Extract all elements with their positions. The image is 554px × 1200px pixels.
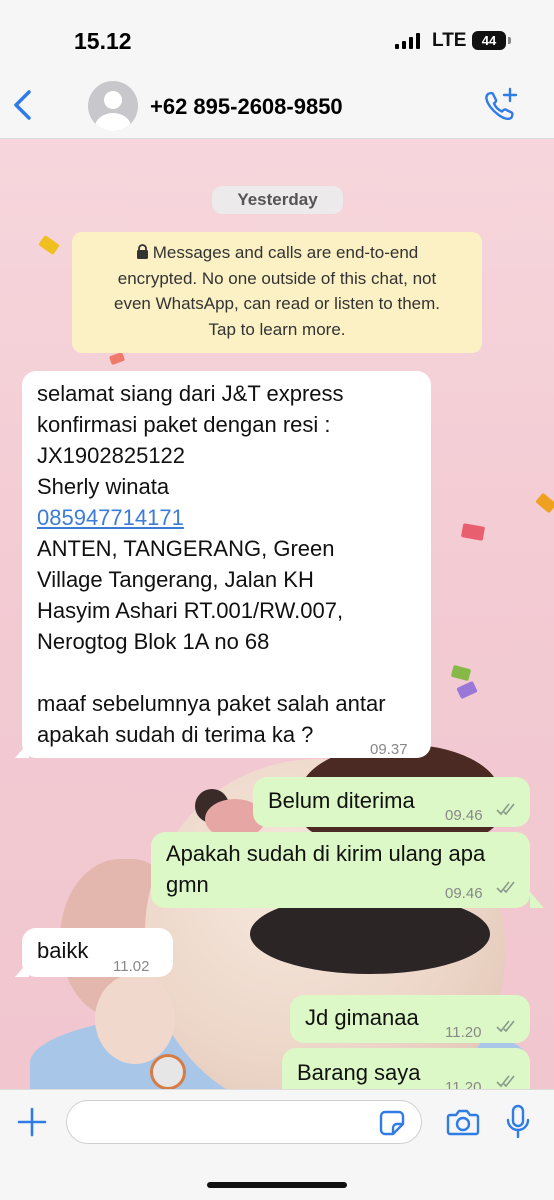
message-text: Barang saya xyxy=(297,1060,421,1085)
message-text: baikk xyxy=(37,938,89,963)
message-line: Sherly winata xyxy=(37,474,170,499)
battery-tip xyxy=(508,37,511,44)
message-text: Belum diterima xyxy=(268,788,415,813)
message-text: selamat siang dari J&T express konfirmas… xyxy=(37,378,422,750)
message-line: Nerogtog Blok 1A no 68 xyxy=(37,629,270,654)
message-bubble-incoming[interactable]: selamat siang dari J&T express konfirmas… xyxy=(22,371,431,758)
notice-text-3: even WhatsApp, can read or listen to the… xyxy=(113,294,440,313)
message-time: 11.02 xyxy=(113,958,150,975)
double-check-icon xyxy=(496,881,515,894)
network-label: LTE xyxy=(432,30,467,51)
home-indicator[interactable] xyxy=(207,1182,347,1188)
chevron-left-icon[interactable] xyxy=(10,88,36,122)
notice-line: Messages and calls are end-to-end xyxy=(86,240,468,266)
message-time: 09.46 xyxy=(445,807,483,824)
battery-icon: 44 xyxy=(472,31,506,50)
message-line: ANTEN, TANGERANG, Green xyxy=(37,536,335,561)
message-line: JX1902825122 xyxy=(37,443,186,468)
notice-text-1: Messages and calls are end-to-end xyxy=(152,243,419,262)
message-time: 09.46 xyxy=(445,885,483,902)
message-text: Jd gimanaa xyxy=(305,1005,419,1030)
wallpaper-confetti xyxy=(535,492,554,514)
microphone-icon[interactable] xyxy=(505,1104,531,1140)
double-check-icon xyxy=(496,803,515,816)
contact-name[interactable]: +62 895-2608-9850 xyxy=(150,94,343,120)
wallpaper-confetti xyxy=(456,680,478,700)
double-check-icon xyxy=(496,1075,515,1088)
camera-icon[interactable] xyxy=(446,1107,480,1137)
chat-header: +62 895-2608-9850 xyxy=(0,72,554,139)
notice-text-2: encrypted. No one outside of this chat, … xyxy=(117,268,437,288)
person-icon xyxy=(95,91,131,131)
wallpaper-pig-button xyxy=(150,1054,186,1089)
sticker-icon[interactable] xyxy=(378,1109,406,1137)
battery-level: 44 xyxy=(481,33,497,48)
message-bubble-outgoing[interactable]: Jd gimanaa 11.20 xyxy=(290,995,530,1043)
encryption-notice[interactable]: Messages and calls are end-to-end encryp… xyxy=(72,232,482,353)
message-input[interactable] xyxy=(66,1100,422,1144)
phone-plus-icon[interactable] xyxy=(480,86,520,124)
message-line: selamat siang dari J&T express xyxy=(37,381,344,406)
signal-icon xyxy=(395,33,420,49)
message-time: 11.20 xyxy=(445,1024,482,1041)
bubble-tail xyxy=(530,892,544,908)
double-check-icon xyxy=(496,1020,515,1033)
message-line: maaf sebelumnya paket salah antar xyxy=(37,691,386,716)
message-bubble-outgoing[interactable]: Belum diterima 09.46 xyxy=(253,777,530,827)
message-line xyxy=(37,657,422,688)
message-bubble-outgoing[interactable]: Apakah sudah di kirim ulang apa gmn 09.4… xyxy=(151,832,530,908)
message-time: 11.20 xyxy=(445,1079,482,1089)
message-line: Hasyim Ashari RT.001/RW.007, xyxy=(37,598,344,623)
wallpaper-confetti xyxy=(460,523,486,541)
lock-icon xyxy=(136,244,148,259)
date-separator: Yesterday xyxy=(212,186,343,214)
status-time: 15.12 xyxy=(74,28,132,54)
message-bubble-incoming[interactable]: baikk 11.02 xyxy=(22,928,173,977)
message-line: Apakah sudah di kirim ulang apa xyxy=(166,841,486,866)
message-line: Village Tangerang, Jalan KH xyxy=(37,567,314,592)
plus-icon[interactable] xyxy=(16,1106,48,1138)
notice-text-4: Tap to learn more. xyxy=(208,319,346,339)
status-bar: 15.12 LTE 44 xyxy=(0,0,554,72)
message-line: konfirmasi paket dengan resi : xyxy=(37,412,331,437)
wallpaper-confetti xyxy=(108,351,126,366)
phone-link[interactable]: 085947714171 xyxy=(37,502,422,533)
chat-area[interactable]: Yesterday Messages and calls are end-to-… xyxy=(0,139,554,1089)
wallpaper-pig-hand xyxy=(95,974,175,1064)
wallpaper-confetti xyxy=(450,664,472,682)
avatar[interactable] xyxy=(88,81,138,131)
wallpaper-confetti xyxy=(38,234,60,256)
message-bubble-outgoing[interactable]: Barang saya 11.20 xyxy=(282,1048,530,1089)
message-line: apakah sudah di terima ka ? xyxy=(37,722,314,747)
message-time: 09.37 xyxy=(370,741,408,758)
